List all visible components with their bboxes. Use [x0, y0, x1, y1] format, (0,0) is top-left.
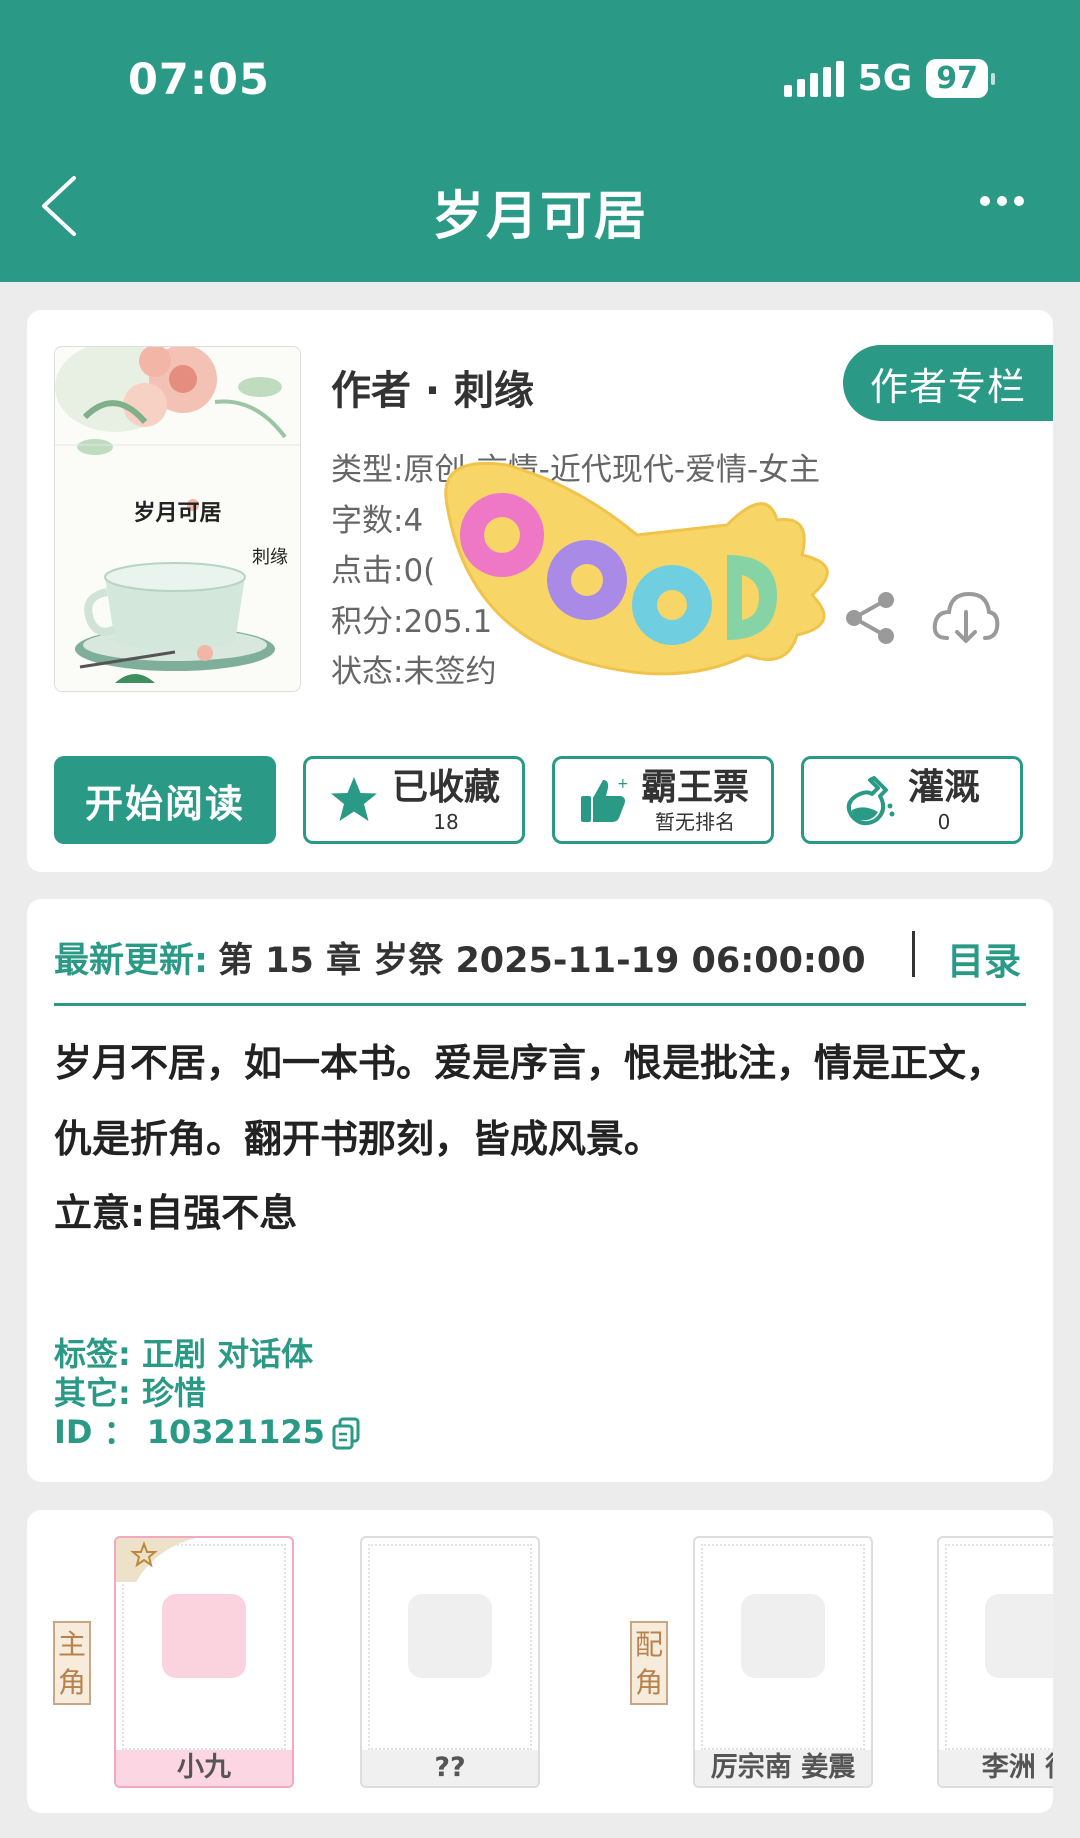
page-title: 岁月可居 — [431, 187, 648, 247]
character-card[interactable]: 李洲 徐 — [937, 1536, 1053, 1788]
id-line: ID ： 10321125 — [54, 1413, 361, 1452]
character-card[interactable]: 厉宗南 姜震 — [693, 1536, 873, 1788]
character-name: 厉宗南 姜震 — [695, 1750, 871, 1786]
other-line: 其它: 珍惜 — [54, 1374, 206, 1412]
character-name: ?? — [362, 1750, 538, 1786]
main-role-tag: 主 角 — [53, 1621, 91, 1705]
avatar — [741, 1594, 825, 1678]
thumbs-up-icon: + — [580, 776, 629, 822]
favorite-label: 已收藏 — [391, 767, 500, 808]
copy-icon[interactable] — [331, 1417, 361, 1451]
avatar — [162, 1594, 246, 1678]
ticket-label: 霸王票 — [640, 767, 749, 808]
svg-text:+: + — [617, 776, 629, 792]
status-time: 07:05 — [128, 55, 270, 105]
network-label: 5G — [857, 58, 913, 99]
avatar — [985, 1594, 1053, 1678]
nutrient-count: 0 — [937, 810, 951, 834]
book-idea: 立意:自强不息 — [54, 1191, 298, 1235]
author-name[interactable]: 作者 · 刺缘 — [331, 358, 534, 416]
book-id: ID ： 10321125 — [54, 1413, 325, 1451]
nutrient-button[interactable]: 灌溉 0 — [801, 756, 1023, 844]
characters-card: 主 角 小九 ?? 配 角 厉宗南 姜震 李洲 徐 — [27, 1510, 1053, 1813]
character-name: 李洲 徐 — [939, 1750, 1053, 1786]
favorite-button[interactable]: 已收藏 18 — [303, 756, 525, 844]
book-cover[interactable]: 岁月可居 刺缘 — [54, 346, 301, 692]
ticket-button[interactable]: + 霸王票 暂无排名 — [552, 756, 774, 844]
divider — [54, 1003, 1026, 1006]
support-role-tag: 配 角 — [630, 1621, 668, 1705]
more-icon[interactable] — [980, 196, 1024, 206]
download-icon[interactable] — [931, 588, 1001, 650]
signal-icon — [783, 60, 844, 97]
avatar — [408, 1594, 492, 1678]
action-buttons: 开始阅读 已收藏 18 + 霸王票 暂无排名 灌溉 0 — [54, 756, 1023, 844]
summary-text: 岁月不居，如一本书。爱是序言，恨是批注，情是正文，仇是折角。翻开书那刻，皆成风景… — [54, 1041, 1005, 1161]
cover-author: 刺缘 — [252, 547, 288, 568]
top-bar: 07:05 5G 97 岁月可居 — [0, 0, 1080, 282]
author-column-button[interactable]: 作者专栏 — [843, 345, 1053, 421]
summary-card: 最新更新: 第 15 章 岁祭 2025-11-19 06:00:00 目录 岁… — [27, 899, 1053, 1482]
update-chapter: 第 15 章 岁祭 2025-11-19 06:00:00 — [218, 940, 866, 981]
battery-icon: 97 — [926, 59, 995, 98]
flask-icon — [846, 776, 895, 826]
book-info-card: 岁月可居 刺缘 作者 · 刺缘 作者专栏 类型:原创-言情-近代现代-爱情-女主… — [27, 310, 1053, 872]
favorite-count: 18 — [433, 810, 459, 834]
tags-block: 标签: 正剧 对话体 其它: 珍惜 ID ： 10321125 — [54, 1335, 361, 1452]
start-reading-button[interactable]: 开始阅读 — [54, 756, 276, 844]
status-indicators: 5G 97 — [783, 58, 995, 99]
tags-line[interactable]: 标签: 正剧 对话体 — [54, 1335, 361, 1374]
update-prefix: 最新更新: — [54, 940, 208, 981]
share-icon[interactable] — [842, 590, 898, 646]
ticket-rank: 暂无排名 — [654, 810, 735, 834]
cover-title: 岁月可居 — [133, 501, 222, 526]
star-badge-icon — [116, 1538, 196, 1582]
character-card[interactable]: ?? — [360, 1536, 540, 1788]
character-card[interactable]: 小九 — [114, 1536, 294, 1788]
toc-link[interactable]: 目录 — [947, 931, 1021, 985]
divider — [912, 931, 915, 977]
latest-update[interactable]: 最新更新: 第 15 章 岁祭 2025-11-19 06:00:00 — [54, 929, 1026, 985]
good-sticker — [444, 461, 829, 676]
character-name: 小九 — [116, 1750, 292, 1786]
nutrient-label: 灌溉 — [907, 767, 980, 808]
star-icon — [330, 777, 377, 821]
